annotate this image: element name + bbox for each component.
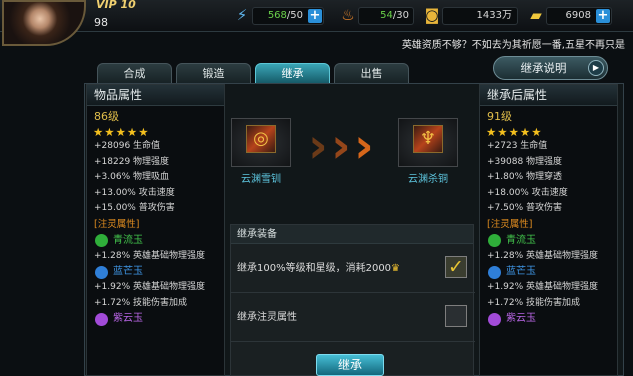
sapphire-gem-icon xyxy=(488,265,501,279)
inherit-infuse-checkbox[interactable] xyxy=(445,305,467,327)
amethyst-gem-icon xyxy=(95,312,108,326)
vigor-icon: ♨ xyxy=(341,6,355,24)
inherit-infuse-label: 继承注灵属性 xyxy=(237,312,297,323)
result-gem-effect: +1.72% 技能伤害加成 xyxy=(487,297,580,308)
result-gem-row: 蓝芒玉 xyxy=(480,264,617,280)
result-attributes-panel: 继承后属性 91级 ★★★★★ +2723 生命值 +39088 物理强度 +1… xyxy=(479,84,618,376)
player-level: 98 xyxy=(94,16,108,29)
result-gem-name: 紫云玉 xyxy=(506,313,536,325)
tab-inherit[interactable]: 继承 xyxy=(255,63,330,84)
gold-icon: ♛ xyxy=(391,263,401,274)
source-gem-row: 蓝芒玉 xyxy=(87,264,224,280)
target-item-name: 云渊杀铜 xyxy=(408,174,448,185)
tab-forge[interactable]: 锻造 xyxy=(176,63,251,84)
source-gem-row: 紫云玉 xyxy=(87,311,224,327)
source-gem-name: 紫云玉 xyxy=(113,313,143,325)
result-stat: +18.00% 攻击速度 xyxy=(487,187,568,198)
coin-amount: 1433万 xyxy=(476,10,512,21)
target-item-slot[interactable]: ♆ xyxy=(398,118,458,167)
add-ingot-button[interactable]: + xyxy=(596,9,610,23)
tab-compose[interactable]: 合成 xyxy=(97,63,172,84)
inherit-level-label: 继承100%等级和星级，消耗2000 xyxy=(237,263,392,274)
chevron-right-icon: › xyxy=(308,118,328,174)
result-gem-name: 蓝芒玉 xyxy=(506,266,536,278)
source-item-level: 86级 xyxy=(94,110,119,123)
source-stat: +13.00% 攻击速度 xyxy=(94,187,175,198)
tab-sell[interactable]: 出售 xyxy=(334,63,409,84)
inherit-center-area: ◎ 云渊雪钏 › › › ♆ 云渊杀铜 继承装备 继承100%等级和星级，消耗2… xyxy=(224,84,477,376)
source-gem-effect: +1.28% 英雄基础物理强度 xyxy=(94,250,205,261)
source-infuse-title: [注灵属性] xyxy=(94,218,140,230)
source-stat: +28096 生命值 xyxy=(94,141,161,151)
inherit-level-option[interactable]: 继承100%等级和星级，消耗2000♛ ✓ xyxy=(231,245,475,293)
vigor-max: /30 xyxy=(392,10,409,21)
source-attributes-panel: 物品属性 86级 ★★★★★ +28096 生命值 +18229 物理强度 +3… xyxy=(86,84,225,376)
source-item-slot[interactable]: ◎ xyxy=(231,118,291,167)
source-item-name: 云渊雪钏 xyxy=(241,174,281,185)
source-stat: +3.06% 物理吸血 xyxy=(94,172,169,183)
add-stamina-button[interactable]: + xyxy=(308,9,322,23)
result-stat: +2723 生命值 xyxy=(487,141,548,151)
result-gem-name: 青流玉 xyxy=(506,234,536,246)
ingot-icon: ▰ xyxy=(530,6,542,24)
result-gem-effect: +1.28% 英雄基础物理强度 xyxy=(487,250,598,261)
jade-gem-icon xyxy=(488,234,501,248)
inherit-button[interactable]: 继承 xyxy=(316,354,384,376)
coin-icon: ◙ xyxy=(424,6,440,24)
result-item-level: 91级 xyxy=(487,110,512,123)
inherit-infuse-option[interactable]: 继承注灵属性 xyxy=(231,294,475,342)
stamina-current: 568 xyxy=(267,10,287,21)
stamina-counter: 568/50 + xyxy=(252,7,324,25)
vigor-counter: 54/30 xyxy=(358,7,414,25)
player-avatar[interactable] xyxy=(2,0,86,46)
source-gem-row: 青流玉 xyxy=(87,233,224,249)
result-gem-effect: +1.92% 英雄基础物理强度 xyxy=(487,282,598,293)
scrolling-notice: 英雄资质不够？不如去为其祈愿一番,五星不再只是 xyxy=(401,40,625,51)
source-star-rating: ★★★★★ xyxy=(93,125,150,139)
ingot-amount: 6908 xyxy=(565,10,591,21)
inherit-level-checkbox[interactable]: ✓ xyxy=(445,256,467,278)
result-star-rating: ★★★★★ xyxy=(486,125,543,139)
coin-counter: 1433万 xyxy=(442,7,518,25)
source-gem-name: 蓝芒玉 xyxy=(113,266,143,278)
source-gem-effect: +1.92% 英雄基础物理强度 xyxy=(94,282,205,293)
result-stat: +1.80% 物理穿透 xyxy=(487,172,562,183)
vigor-current: 54 xyxy=(380,10,393,21)
result-gem-row: 青流玉 xyxy=(480,233,617,249)
inherit-help-button[interactable]: 继承说明 ▶ xyxy=(493,56,608,80)
amethyst-gem-icon xyxy=(488,312,501,326)
result-infuse-title: [注灵属性] xyxy=(487,218,533,230)
top-status-bar: VIP 10 98 ⚡ 568/50 + ♨ 54/30 ◙ 1433万 ▰ 6… xyxy=(0,0,633,46)
stamina-icon: ⚡ xyxy=(236,6,248,24)
result-stat: +7.50% 普攻伤害 xyxy=(487,203,562,214)
source-stat: +15.00% 普攻伤害 xyxy=(94,203,175,214)
result-stat: +39088 物理强度 xyxy=(487,156,563,167)
vip-badge: VIP 10 xyxy=(96,0,136,11)
sapphire-gem-icon xyxy=(95,265,108,279)
source-stat: +18229 物理强度 xyxy=(94,156,170,167)
chevron-right-icon: › xyxy=(354,118,374,174)
result-gem-row: 紫云玉 xyxy=(480,311,617,327)
stamina-max: /50 xyxy=(286,10,303,21)
chevron-right-icon: › xyxy=(331,118,351,174)
inherit-options-title: 继承装备 xyxy=(231,225,473,244)
play-arrow-icon: ▶ xyxy=(588,60,604,76)
mace-icon: ♆ xyxy=(413,125,443,153)
bracelet-icon: ◎ xyxy=(246,125,276,153)
source-panel-title: 物品属性 xyxy=(87,85,224,106)
inherit-help-label: 继承说明 xyxy=(520,61,567,75)
result-panel-title: 继承后属性 xyxy=(480,85,617,106)
jade-gem-icon xyxy=(95,234,108,248)
ingot-counter: 6908 + xyxy=(546,7,612,25)
source-gem-name: 青流玉 xyxy=(113,234,143,246)
source-gem-effect: +1.72% 技能伤害加成 xyxy=(94,297,187,308)
